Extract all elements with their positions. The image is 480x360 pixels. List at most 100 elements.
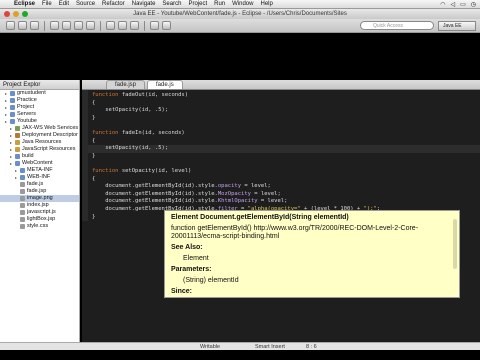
popup-scrollbar[interactable] [453, 219, 457, 269]
debug-icon[interactable] [62, 21, 71, 30]
tree-item[interactable]: ▸ Deployment Descriptor [0, 132, 79, 139]
tree-item[interactable]: ▸ Project [0, 104, 79, 111]
code-line: } [82, 153, 480, 161]
tree-item[interactable]: ▸ JavaScript Resources [0, 146, 79, 153]
volume-icon[interactable]: ◁ [450, 1, 455, 8]
clock-icon[interactable]: ◷ [471, 1, 476, 8]
perspective-switcher[interactable]: Java EE [438, 21, 476, 31]
popup-since-label: Since: [171, 288, 193, 295]
popup-parameters-value: (String) elementId [183, 277, 239, 284]
package-icon [15, 147, 20, 152]
popup-description: function getElementById() http://www.w3.… [171, 225, 419, 240]
status-bar: Writable Smart Insert 8 : 6 [0, 342, 480, 350]
new-icon[interactable] [6, 21, 15, 30]
file-icon [20, 182, 25, 187]
package-icon [15, 140, 20, 145]
menu-source[interactable]: Source [76, 1, 95, 7]
menu-navigate[interactable]: Navigate [132, 1, 156, 7]
menu-help[interactable]: Help [260, 1, 272, 7]
menu-window[interactable]: Window [232, 1, 253, 7]
tree-item[interactable]: ▸ WEB-INF [0, 174, 79, 181]
code-token: fadeIn(id, seconds) [121, 129, 185, 136]
tree-item-label: Java Resources [22, 139, 62, 145]
code-line: document.getElementById(id).style.MozOpa… [82, 191, 480, 199]
tree-item[interactable]: style.css [0, 223, 79, 230]
tree-item-label: gmustudent [17, 90, 46, 96]
tree-item[interactable]: image.png [0, 195, 79, 202]
mac-menubar: Eclipse File Edit Source Refactor Navigate Sea… [0, 0, 480, 9]
folder-icon [10, 105, 15, 110]
tree-item[interactable]: ▸ Youtube [0, 118, 79, 125]
back-icon[interactable] [150, 21, 159, 30]
tree-item[interactable]: ▸ META-INF [0, 167, 79, 174]
tree-item[interactable]: ▸ build [0, 153, 79, 160]
code-token: setOpacity(id, .5); [92, 145, 169, 152]
close-window-button[interactable] [4, 11, 10, 17]
menu-file[interactable]: File [42, 1, 52, 7]
tree-item[interactable]: lightBox.jsp [0, 216, 79, 223]
menubar-status-icons: ◠ ◁ ▭ ◷ [440, 1, 480, 8]
tree-item[interactable]: fade.js [0, 181, 79, 188]
code-area[interactable]: function fadeOut(id, seconds) { setOpacit… [82, 90, 480, 222]
menu-eclipse[interactable]: Eclipse [14, 1, 35, 7]
minimize-window-button[interactable] [13, 11, 19, 17]
tree-item-label: style.css [27, 223, 49, 229]
popup-signature: Element Document.getElementById(String e… [171, 214, 349, 221]
open-type-icon[interactable] [118, 21, 127, 30]
code-token: fadeOut(id, seconds) [121, 92, 189, 98]
code-line: { [82, 100, 480, 108]
menu-search[interactable]: Search [162, 1, 181, 7]
tree-item[interactable]: ▸ gmustudent [0, 90, 79, 97]
tree-item-label: Deployment Descriptor [22, 132, 78, 138]
menu-run[interactable]: Run [214, 1, 225, 7]
code-token: document.getElementById(id).style. [92, 198, 218, 205]
tree-item[interactable]: ▸ Servers [0, 111, 79, 118]
run-icon[interactable] [74, 21, 83, 30]
tree-item[interactable]: ▸ Java Resources [0, 139, 79, 146]
print-icon[interactable] [30, 21, 39, 30]
search-icon[interactable] [130, 21, 139, 30]
tree-item[interactable]: javascript.js [0, 209, 79, 216]
menu-project[interactable]: Project [188, 1, 207, 7]
zoom-window-button[interactable] [22, 11, 28, 17]
toolbar-divider [44, 20, 45, 31]
tree-item[interactable]: fade.jsp [0, 188, 79, 195]
code-token: = level; [257, 198, 288, 205]
window-controls [4, 11, 28, 17]
project-explorer-title[interactable]: Project Explor [0, 80, 79, 90]
server-icon[interactable] [50, 21, 59, 30]
wifi-icon[interactable]: ◠ [440, 1, 445, 8]
tree-item[interactable]: index.jsp [0, 202, 79, 209]
code-line: document.getElementById(id).style.KhtmlO… [82, 198, 480, 206]
tree-item[interactable]: ▸ JAX-WS Web Services [0, 125, 79, 132]
editor-tab[interactable]: fade.js [147, 80, 183, 89]
folder-icon [10, 112, 15, 117]
menu-edit[interactable]: Edit [59, 1, 69, 7]
tree-item-label: META-INF [27, 167, 53, 173]
tree-item[interactable]: ▸ WebContent [0, 160, 79, 167]
toolbar-divider [100, 20, 101, 31]
tree-item-label: WEB-INF [27, 174, 51, 180]
folder-icon [15, 161, 20, 166]
external-tools-icon[interactable] [86, 21, 95, 30]
code-line: setOpacity(id, .5); [82, 107, 480, 115]
save-icon[interactable] [18, 21, 27, 30]
new-project-icon[interactable] [106, 21, 115, 30]
code-token: = level; [241, 183, 271, 190]
code-token: } [92, 152, 96, 159]
menu-refactor[interactable]: Refactor [102, 1, 125, 7]
quick-access-input[interactable]: Quick Access [360, 21, 434, 30]
editor-tab[interactable]: fade.jsp [106, 80, 146, 89]
code-token: function [92, 129, 122, 136]
tree-item-label: lightBox.jsp [27, 216, 56, 222]
popup-parameters-label: Parameters: [171, 266, 212, 273]
tree-item-label: javascript.js [27, 209, 56, 215]
popup-see-also-label: See Also: [171, 244, 203, 251]
code-token: } [92, 114, 96, 121]
forward-icon[interactable] [162, 21, 171, 30]
tree-item[interactable]: ▸ Practice [0, 97, 79, 104]
battery-icon[interactable]: ▭ [460, 1, 466, 8]
popup-see-also-value: Element [183, 255, 209, 262]
